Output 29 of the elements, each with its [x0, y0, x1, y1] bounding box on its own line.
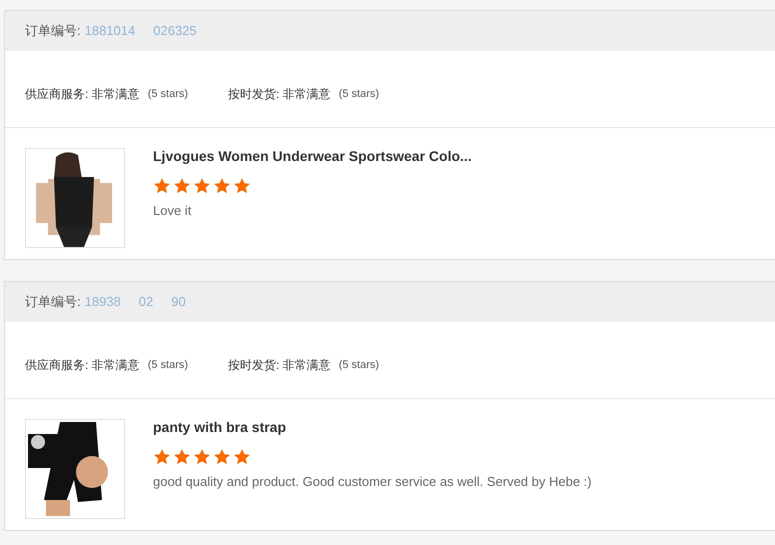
rating-stars: (5 stars)	[148, 86, 188, 102]
rating-label: 供应商服务: 非常满意	[25, 357, 140, 374]
rating-stars: (5 stars)	[338, 358, 380, 373]
star-icon	[213, 448, 231, 466]
order-label: 订单编号:	[25, 22, 81, 40]
star-icon	[213, 177, 231, 195]
rating-label: 按时发货: 非常满意	[228, 357, 331, 374]
product-title: panty with bra strap	[153, 418, 288, 437]
star-icon	[173, 177, 191, 195]
rating-stars: (5 stars)	[148, 358, 188, 373]
rating-label: 供应商服务: 非常满意	[25, 86, 140, 103]
star-icon	[233, 448, 251, 466]
order-number: 02	[138, 293, 154, 312]
star-icon	[233, 177, 251, 195]
order-number: 026325	[153, 22, 197, 40]
star-icon	[153, 177, 171, 195]
star-icon	[193, 177, 211, 195]
star-icon	[173, 448, 191, 466]
star-icon	[193, 448, 211, 466]
star-icon	[153, 448, 171, 466]
rating-stars: (5 stars)	[338, 86, 380, 102]
review-comment: good quality and product. Good customer service as well. Served by Hebe :)	[153, 473, 592, 491]
order-label: 订单编号:	[25, 293, 81, 312]
product-title: Ljvogues Women Underwear Sportswear Colo...	[153, 147, 472, 166]
order-number: 90	[171, 293, 186, 312]
order-number: 18938	[84, 293, 121, 312]
order-number: 1881014	[84, 22, 136, 40]
review-comment: Love it	[153, 202, 192, 220]
rating-label: 按时发货: 非常满意	[228, 86, 331, 103]
